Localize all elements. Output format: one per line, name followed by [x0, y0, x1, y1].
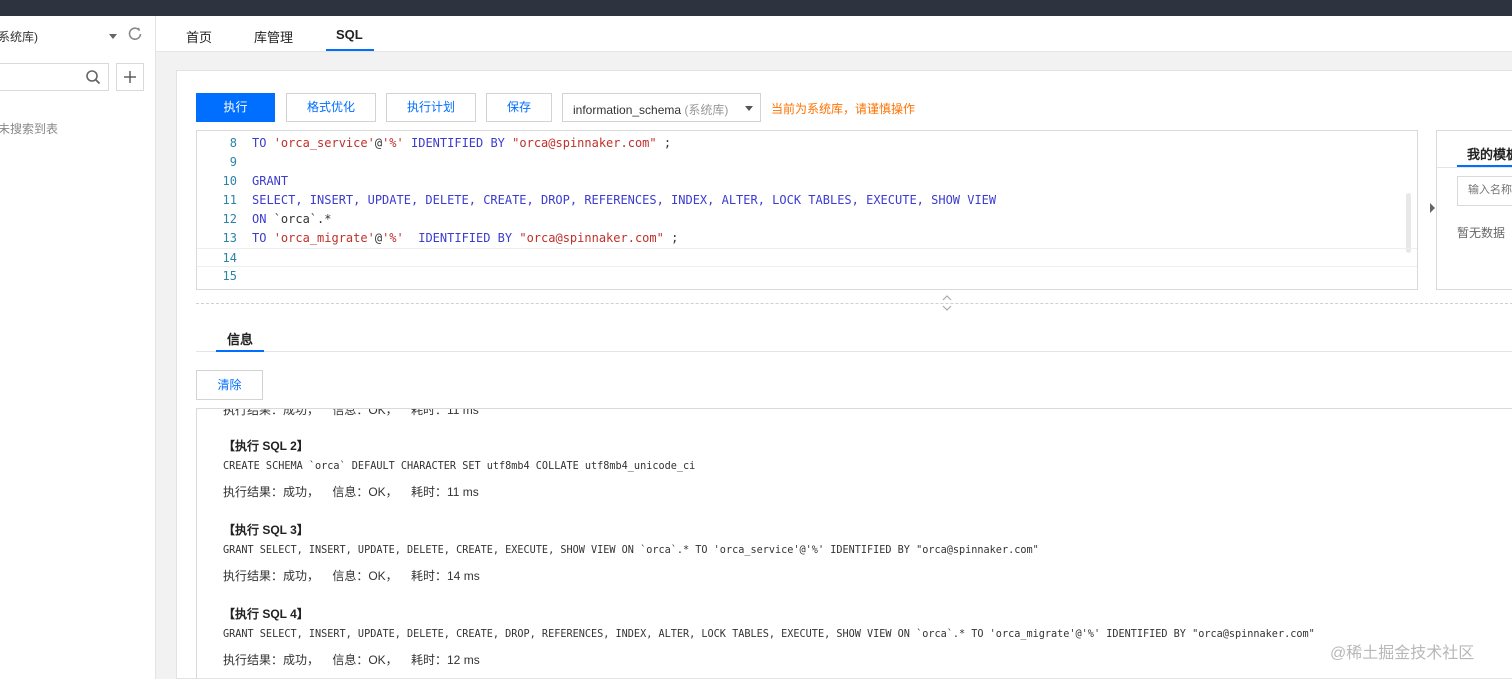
table-search-input[interactable] — [3, 68, 81, 86]
divider — [1437, 167, 1512, 168]
schema-select-value: information_schema (系统库) — [573, 101, 728, 118]
nav-bar: 首页 库管理 SQL — [156, 16, 1512, 52]
table-search-box — [0, 63, 109, 91]
chevron-down-icon[interactable] — [109, 34, 117, 39]
result-line: 执行结果：成功， 信息：OK， 耗时：11 ms — [223, 408, 479, 417]
code-text: ON `orca`.* — [252, 210, 331, 229]
result-sql: GRANT SELECT, INSERT, UPDATE, DELETE, CR… — [223, 545, 1039, 556]
template-search-box — [1457, 176, 1512, 206]
code-token: ; — [663, 231, 679, 245]
result-line: 执行结果：成功， 信息：OK， 耗时：12 ms — [223, 653, 480, 667]
code-line[interactable]: 14 — [197, 248, 1417, 267]
code-token: '%' — [382, 136, 404, 150]
line-number: 15 — [222, 269, 237, 283]
template-search-input[interactable] — [1468, 184, 1512, 196]
database-select[interactable]: 系统库) — [0, 24, 150, 48]
resize-handle-icon[interactable] — [940, 295, 954, 311]
code-token: "orca@spinnaker.com" — [519, 231, 664, 245]
code-line[interactable]: 15 — [197, 267, 1417, 286]
sql-panel: 执行 格式优化 执行计划 保存 information_schema (系统库)… — [176, 70, 1512, 679]
sidebar: 系统库) 未搜索到表 — [0, 16, 156, 679]
result-heading: 【执行 SQL 2】 — [223, 439, 309, 453]
code-token: `orca`.* — [273, 212, 332, 226]
code-text: TO 'orca_migrate'@'%' IDENTIFIED BY "orc… — [252, 229, 678, 248]
tab-db-management[interactable]: 库管理 — [254, 27, 293, 46]
code-line[interactable]: 9 — [197, 153, 1417, 172]
system-db-warning: 当前为系统库，请谨慎操作 — [771, 102, 916, 116]
line-number: 14 — [222, 251, 237, 265]
code-token: TO — [252, 136, 274, 150]
code-token: '%' — [382, 231, 404, 245]
code-token: TO — [252, 231, 274, 245]
line-number: 13 — [222, 231, 237, 245]
resize-divider — [196, 303, 1512, 304]
code-token: @ — [374, 231, 383, 245]
code-text: SELECT, INSERT, UPDATE, DELETE, CREATE, … — [252, 191, 996, 210]
refresh-icon[interactable] — [126, 25, 144, 43]
templates-panel: 我的模板 暂无数据 — [1436, 130, 1512, 290]
tab-sql[interactable]: SQL — [336, 27, 363, 42]
active-tab-indicator — [326, 49, 374, 51]
code-text: TO 'orca_service'@'%' IDENTIFIED BY "orc… — [252, 134, 671, 153]
result-log: 执行结果：成功， 信息：OK， 耗时：11 ms 【执行 SQL 2】 CREAT… — [196, 408, 1512, 679]
top-bar — [0, 0, 1512, 16]
code-line[interactable]: 12 ON `orca`.* — [197, 210, 1417, 229]
plus-icon — [124, 71, 136, 83]
execution-plan-button[interactable]: 执行计划 — [386, 93, 476, 122]
code-token: 'orca_service' — [273, 136, 375, 150]
code-token: "orca@spinnaker.com" — [512, 136, 657, 150]
active-tab-indicator — [216, 350, 264, 352]
code-token: IDENTIFIED BY — [403, 231, 520, 245]
schema-tag: (系统库) — [684, 103, 729, 117]
line-number: 9 — [229, 155, 237, 169]
code-token: @ — [374, 136, 383, 150]
result-line: 执行结果：成功， 信息：OK， 耗时：11 ms — [223, 485, 479, 499]
result-sql: GRANT SELECT, INSERT, UPDATE, DELETE, CR… — [223, 629, 1315, 640]
line-number: 11 — [222, 193, 237, 207]
execute-button[interactable]: 执行 — [196, 93, 275, 122]
code-line[interactable]: 10 GRANT — [197, 172, 1417, 191]
save-button[interactable]: 保存 — [486, 93, 552, 122]
code-token: ON — [252, 212, 274, 226]
code-line[interactable]: 11 SELECT, INSERT, UPDATE, DELETE, CREATE… — [197, 191, 1417, 210]
code-token: IDENTIFIED BY — [403, 136, 513, 150]
code-text: GRANT — [252, 172, 288, 191]
result-sql: CREATE SCHEMA `orca` DEFAULT CHARACTER S… — [223, 461, 696, 472]
format-button[interactable]: 格式优化 — [286, 93, 376, 122]
code-token: 'orca_migrate' — [273, 231, 375, 245]
result-line: 执行结果：成功， 信息：OK， 耗时：14 ms — [223, 569, 480, 583]
database-select-value: 系统库) — [0, 30, 38, 44]
chevron-down-icon — [745, 106, 753, 111]
line-number: 12 — [222, 212, 237, 226]
collapse-templates-icon[interactable] — [1430, 203, 1435, 213]
code-token: SELECT, INSERT, UPDATE, DELETE, CREATE, … — [252, 193, 997, 207]
code-line[interactable]: 13 TO 'orca_migrate'@'%' IDENTIFIED BY "o… — [197, 229, 1417, 248]
result-heading: 【执行 SQL 3】 — [223, 523, 309, 537]
code-token: ; — [656, 136, 672, 150]
tab-home[interactable]: 首页 — [186, 27, 212, 46]
code-token: GRANT — [252, 174, 289, 188]
tab-my-templates[interactable]: 我的模板 — [1467, 144, 1512, 163]
divider — [196, 351, 1512, 352]
add-table-button[interactable] — [116, 63, 144, 91]
clear-button[interactable]: 清除 — [196, 370, 263, 400]
schema-name: information_schema — [573, 103, 682, 117]
templates-empty-text: 暂无数据 — [1457, 226, 1506, 240]
sql-editor[interactable]: 8 TO 'orca_service'@'%' IDENTIFIED BY "or… — [196, 130, 1418, 290]
table-empty-text: 未搜索到表 — [0, 122, 59, 136]
schema-select[interactable]: information_schema (系统库) — [562, 93, 761, 122]
watermark: @稀土掘金技术社区 — [1330, 645, 1475, 662]
search-icon[interactable] — [85, 69, 101, 85]
tab-info[interactable]: 信息 — [227, 329, 253, 348]
result-heading: 【执行 SQL 4】 — [223, 607, 309, 621]
code-line[interactable]: 8 TO 'orca_service'@'%' IDENTIFIED BY "or… — [197, 134, 1417, 153]
line-number: 10 — [222, 174, 237, 188]
line-number: 8 — [229, 136, 237, 150]
